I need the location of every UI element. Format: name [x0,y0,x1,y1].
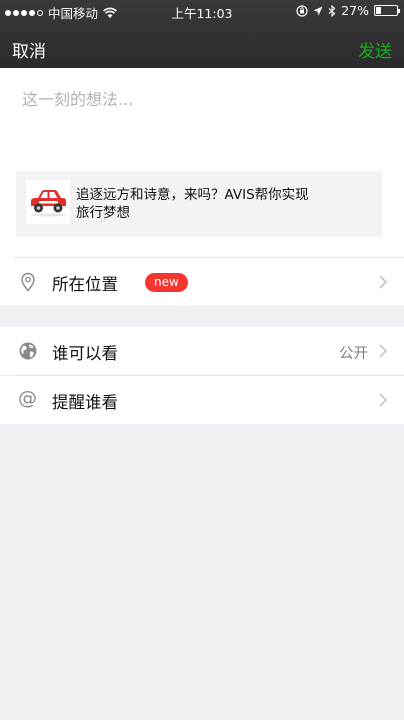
location-arrow-icon [313,6,323,15]
rotation-lock-icon [296,4,308,17]
at-icon: @ [18,387,37,409]
new-badge: new [145,273,188,292]
location-row[interactable]: 所在位置 new [0,258,404,305]
mention-row[interactable]: @ 提醒谁看 [0,376,404,424]
shared-link-card[interactable]: 追逐远方和诗意，来吗？AVIS帮你实现 旅行梦想 [16,171,382,237]
cancel-button[interactable]: 取消 [12,37,46,62]
battery-icon [374,5,400,16]
visibility-row[interactable]: 谁可以看 公开 [0,327,404,375]
chevron-right-icon [379,275,388,289]
top-bar: 中国移动 上午11:03 27% 取消 发送 [0,0,404,68]
location-pin-icon [21,272,35,292]
globe-icon [19,342,37,360]
thought-input[interactable] [22,90,382,109]
visibility-label: 谁可以看 [52,344,118,363]
location-label: 所在位置 [52,275,118,294]
send-button[interactable]: 发送 [358,37,392,62]
car-icon [30,190,67,217]
battery-percent: 27% [341,3,369,18]
mention-label: 提醒谁看 [52,393,118,412]
chevron-right-icon [379,344,388,358]
chevron-right-icon [379,393,388,407]
shared-link-title-line2: 旅行梦想 [76,205,130,221]
status-bar: 中国移动 上午11:03 27% [0,0,404,22]
shared-link-title: 追逐远方和诗意，来吗？AVIS帮你实现 旅行梦想 [76,186,371,222]
shared-link-title-line1: 追逐远方和诗意，来吗？AVIS帮你实现 [76,187,309,203]
car-thumbnail [26,180,70,224]
bluetooth-icon [328,4,336,17]
visibility-value: 公开 [339,346,368,362]
